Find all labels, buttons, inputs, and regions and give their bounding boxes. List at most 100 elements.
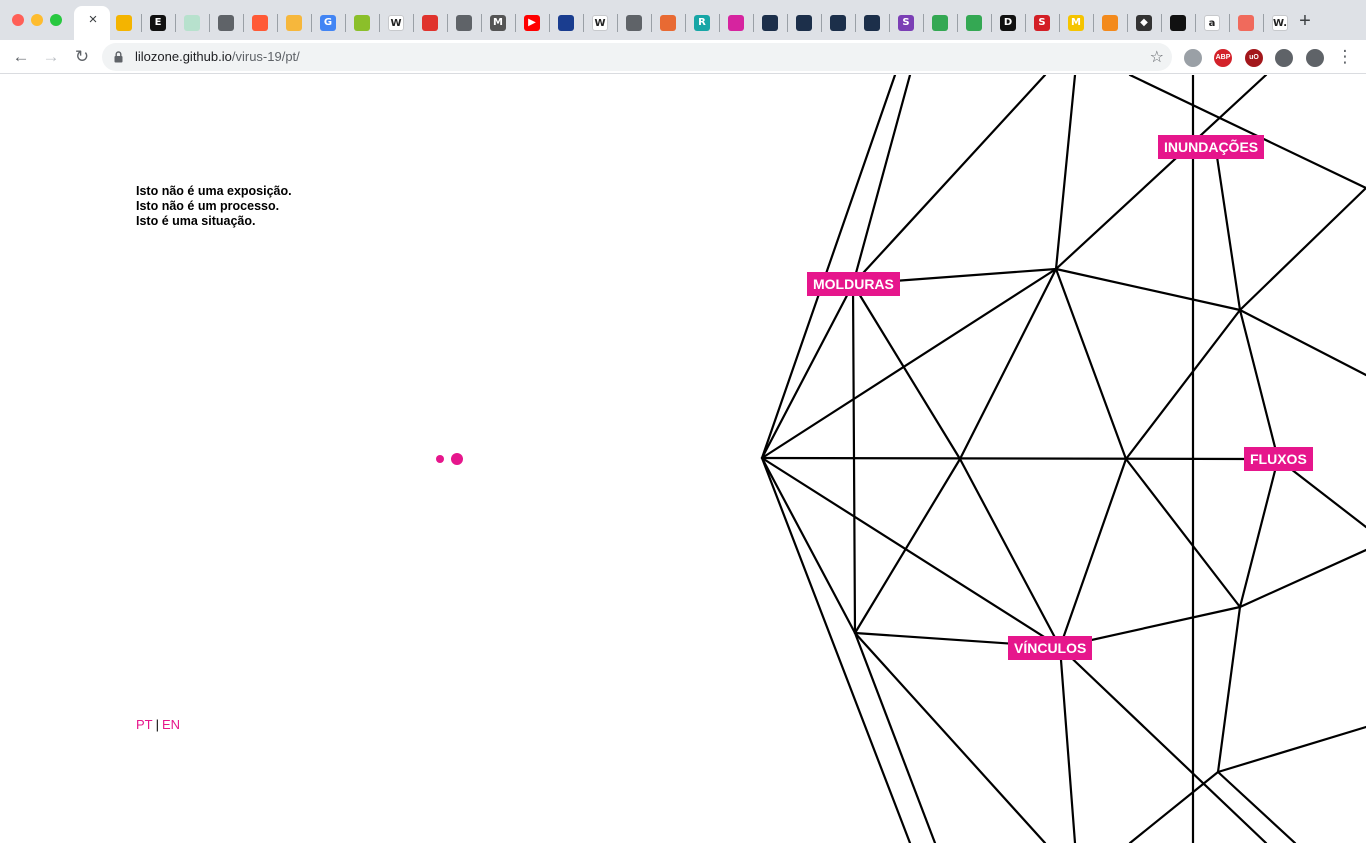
tab-separator	[1059, 14, 1060, 32]
slides-icon[interactable]	[116, 15, 132, 31]
language-switcher: PT | EN	[136, 717, 180, 732]
tab-separator	[1263, 14, 1264, 32]
url-host: lilozone.github.io	[135, 49, 232, 64]
globe-icon[interactable]	[626, 15, 642, 31]
purple-s-icon[interactable]: S	[898, 15, 914, 31]
tab-separator	[243, 14, 244, 32]
lock-icon	[114, 51, 123, 63]
globe-icon[interactable]	[218, 15, 234, 31]
database-icon[interactable]	[1184, 49, 1202, 67]
red-s-icon[interactable]: S	[1034, 15, 1050, 31]
zoom-window-icon[interactable]	[50, 14, 62, 26]
tab-separator	[991, 14, 992, 32]
diamond-icon[interactable]: ◆	[1136, 15, 1152, 31]
lang-en-link[interactable]: EN	[162, 717, 180, 732]
close-tab-icon[interactable]: ×	[86, 12, 100, 27]
drive-icon[interactable]	[932, 15, 948, 31]
amazon-icon[interactable]: a	[1204, 15, 1220, 31]
tab-separator	[1127, 14, 1128, 32]
intro-line: Isto é uma situação.	[136, 214, 256, 228]
tab-separator	[889, 14, 890, 32]
google-icon[interactable]: G	[320, 15, 336, 31]
tab-separator	[957, 14, 958, 32]
tab-separator	[1229, 14, 1230, 32]
tab-separator	[787, 14, 788, 32]
reload-icon[interactable]: ↻	[72, 47, 92, 67]
tab-separator	[311, 14, 312, 32]
profile-icon[interactable]	[1306, 49, 1324, 67]
orange-grid-icon[interactable]	[1102, 15, 1118, 31]
tab-separator	[821, 14, 822, 32]
tab-separator	[753, 14, 754, 32]
tab-separator	[617, 14, 618, 32]
lang-pt-link[interactable]: PT	[136, 717, 153, 732]
sprite-icon[interactable]	[864, 15, 880, 31]
ublock-icon[interactable]: uO	[1245, 49, 1263, 67]
r-square-icon[interactable]: R	[694, 15, 710, 31]
molduras-link[interactable]: MOLDURAS	[807, 272, 900, 296]
bookmark-star-icon[interactable]: ☆	[1150, 47, 1164, 67]
red-bookmark-icon[interactable]	[422, 15, 438, 31]
loading-dot-large	[451, 453, 463, 465]
tab-strip: × E G W M ▶ W R S D S M ◆ a W. +	[0, 0, 1366, 40]
tab-separator	[1093, 14, 1094, 32]
sprite-icon[interactable]	[762, 15, 778, 31]
tab-separator	[379, 14, 380, 32]
tab-separator	[1025, 14, 1026, 32]
minimize-window-icon[interactable]	[31, 14, 43, 26]
medium-m-icon[interactable]: M	[490, 15, 506, 31]
tab-separator	[345, 14, 346, 32]
sheets-outline-icon[interactable]	[184, 15, 200, 31]
etsy-e-icon[interactable]: E	[150, 15, 166, 31]
close-window-icon[interactable]	[12, 14, 24, 26]
green-box-icon[interactable]	[354, 15, 370, 31]
fluxos-link[interactable]: FLUXOS	[1244, 447, 1313, 471]
youtube-icon[interactable]: ▶	[524, 15, 540, 31]
instagram-icon[interactable]	[728, 15, 744, 31]
page-viewport: Isto não é uma exposição. Isto não é um …	[0, 75, 1366, 843]
forward-icon[interactable]: →	[41, 47, 61, 67]
loading-dot-small	[436, 455, 444, 463]
new-tab-button[interactable]: +	[1296, 11, 1314, 31]
tab-separator	[549, 14, 550, 32]
d-icon[interactable]: D	[1000, 15, 1016, 31]
tab-separator	[481, 14, 482, 32]
blue-circle-icon[interactable]	[558, 15, 574, 31]
intro-text: Isto não é uma exposição. Isto não é um …	[136, 184, 292, 229]
adblock-plus-icon[interactable]: ABP	[1214, 49, 1232, 67]
book-icon[interactable]	[660, 15, 676, 31]
tab-separator	[651, 14, 652, 32]
intro-line: Isto não é um processo.	[136, 199, 280, 213]
intro-line: Isto não é uma exposição.	[136, 184, 292, 198]
tab-separator	[923, 14, 924, 32]
lang-separator: |	[155, 717, 160, 732]
tab-separator	[209, 14, 210, 32]
sprite-icon[interactable]	[830, 15, 846, 31]
puzzle-icon[interactable]	[1275, 49, 1293, 67]
target-icon[interactable]	[1238, 15, 1254, 31]
tab-separator	[141, 14, 142, 32]
inundacoes-link[interactable]: INUNDAÇÕES	[1158, 135, 1265, 159]
globe-icon[interactable]	[456, 15, 472, 31]
tab-separator	[277, 14, 278, 32]
tab-separator	[855, 14, 856, 32]
tab-separator	[447, 14, 448, 32]
tab-separator	[1161, 14, 1162, 32]
wikipedia-icon[interactable]: W	[388, 15, 404, 31]
url-text: lilozone.github.io/virus-19/pt/	[135, 49, 300, 64]
vinculos-link[interactable]: VÍNCULOS	[1008, 636, 1093, 660]
infinity-icon[interactable]	[286, 15, 302, 31]
w-dot-icon[interactable]: W.	[1272, 15, 1288, 31]
tab-separator	[685, 14, 686, 32]
browser-menu-icon[interactable]: ⋮	[1335, 47, 1355, 67]
yellow-m-icon[interactable]: M	[1068, 15, 1084, 31]
wikipedia-icon[interactable]: W	[592, 15, 608, 31]
drive-icon[interactable]	[966, 15, 982, 31]
back-icon[interactable]: ←	[11, 47, 31, 67]
tab-separator	[515, 14, 516, 32]
address-bar[interactable]: lilozone.github.io/virus-19/pt/ ☆	[102, 43, 1172, 71]
tab-separator	[583, 14, 584, 32]
sprite-icon[interactable]	[796, 15, 812, 31]
black-circle-icon[interactable]	[1170, 15, 1186, 31]
flame-icon[interactable]	[252, 15, 268, 31]
